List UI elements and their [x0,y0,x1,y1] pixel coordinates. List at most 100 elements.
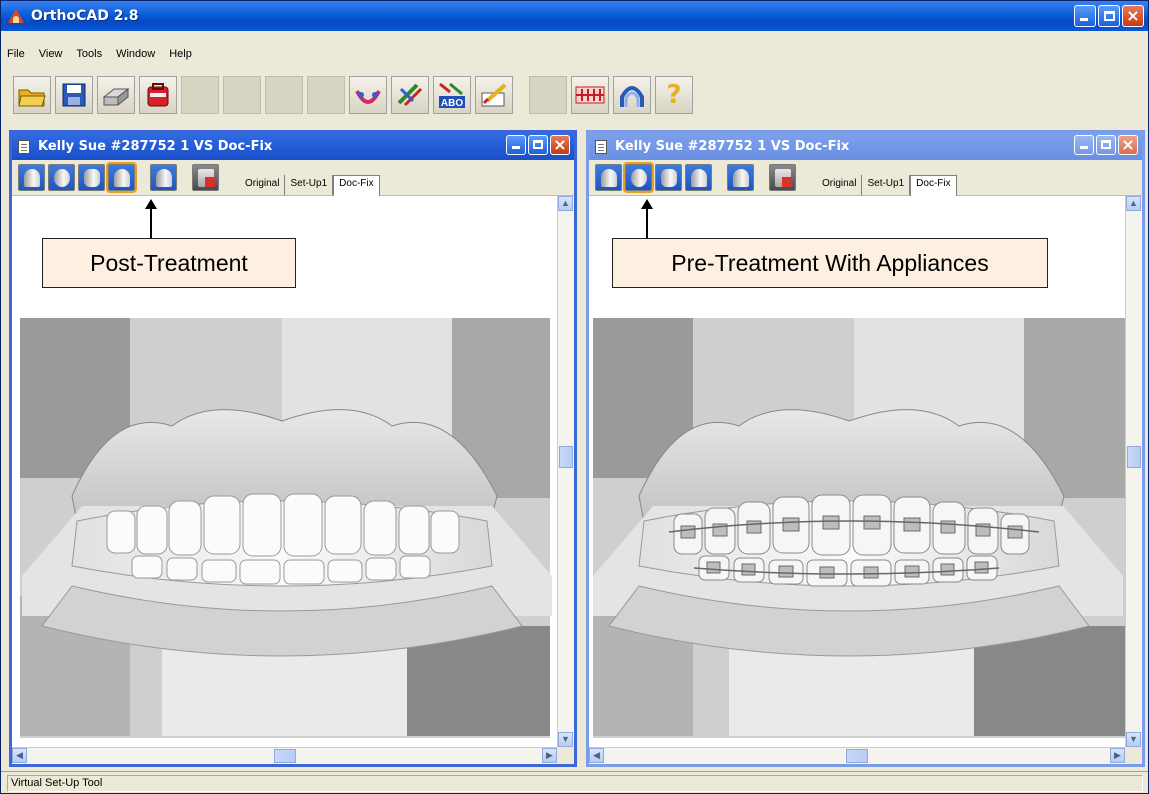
scroll-thumb[interactable] [559,446,573,468]
disabled-button-3 [265,76,303,114]
document-button[interactable] [192,164,219,191]
post-treatment-view-button[interactable] [106,162,137,193]
help-button[interactable]: ? [655,76,693,114]
tab-original[interactable]: Original [817,175,863,195]
document-button[interactable] [769,164,796,191]
case-button[interactable] [139,76,177,114]
minimize-icon [1080,146,1088,149]
annotate-button[interactable] [475,76,513,114]
scroll-down-icon[interactable]: ▼ [558,732,573,747]
maximize-button[interactable] [1098,5,1120,27]
annotate-icon [481,83,507,107]
horizontal-scrollbar[interactable]: ◀ ▶ [589,747,1125,764]
scroll-thumb[interactable] [846,749,868,763]
minimize-button[interactable] [506,135,526,155]
window-title-bar[interactable]: Kelly Sue #287752 1 VS Doc-Fix × [12,133,574,160]
tooth-view-button[interactable] [727,164,754,191]
scroll-thumb[interactable] [1127,446,1141,468]
disabled-button-5 [529,76,567,114]
title-bar[interactable]: OrthoCAD 2.8 × [1,1,1148,31]
3d-model-viewport[interactable]: Post-Treatment [12,196,557,747]
callout-arrow-head [641,199,653,209]
3d-model-viewport[interactable]: Pre-Treatment With Appliances [589,196,1125,747]
menu-file[interactable]: File [5,48,27,60]
abo-button[interactable]: ABO [433,76,471,114]
measure-icon [397,83,423,107]
maximize-icon [1104,11,1115,21]
split-view-button[interactable] [655,164,682,191]
open-button[interactable] [13,76,51,114]
menu-help[interactable]: Help [167,48,194,60]
maximize-button[interactable] [1096,135,1116,155]
save-icon [62,83,86,107]
close-button[interactable]: × [1118,135,1138,155]
tooth-view-button[interactable] [150,164,177,191]
vertical-scrollbar[interactable]: ▲ ▼ [1125,196,1142,747]
arch-wire-icon [355,90,381,104]
scroll-left-icon[interactable]: ◀ [12,748,27,763]
tab-set-up1[interactable]: Set-Up1 [862,175,911,195]
close-button[interactable]: × [550,135,570,155]
split-view-icon [84,169,100,187]
brackets-button[interactable] [571,76,609,114]
tab-set-up1[interactable]: Set-Up1 [285,175,334,195]
horizontal-scrollbar[interactable]: ◀ ▶ [12,747,557,764]
orthocad-logo-icon [7,7,25,25]
scroll-right-icon[interactable]: ▶ [1110,748,1125,763]
window-title-bar[interactable]: Kelly Sue #287752 1 VS Doc-Fix × [589,133,1142,160]
scanner-icon [102,87,130,107]
maximize-button[interactable] [528,135,548,155]
scroll-left-icon[interactable]: ◀ [589,748,604,763]
occlusal-view-button[interactable] [48,164,75,191]
scroll-down-icon[interactable]: ▼ [1126,732,1141,747]
svg-text:ABO: ABO [441,98,463,109]
case-window-right: Kelly Sue #287752 1 VS Doc-Fix × Origina… [586,130,1145,767]
resize-grip[interactable] [557,747,574,764]
post-treatment-view-button[interactable] [685,164,712,191]
window-title: Kelly Sue #287752 1 VS Doc-Fix [38,139,273,154]
window-title: Kelly Sue #287752 1 VS Doc-Fix [615,139,850,154]
tab-original[interactable]: Original [240,175,286,195]
arch-button[interactable] [613,76,651,114]
save-button[interactable] [55,76,93,114]
menu-window[interactable]: Window [114,48,157,60]
tab-doc-fix[interactable]: Doc-Fix [333,175,380,196]
menu-view[interactable]: View [37,48,65,60]
case-icon [147,83,169,107]
front-view-button[interactable] [595,164,622,191]
scan-button[interactable] [97,76,135,114]
tab-doc-fix[interactable]: Doc-Fix [910,175,957,196]
scroll-up-icon[interactable]: ▲ [558,196,573,211]
callout-arrow [150,206,152,238]
occlusal-view-icon [54,169,70,187]
scroll-thumb[interactable] [274,749,296,763]
scroll-right-icon[interactable]: ▶ [542,748,557,763]
main-toolbar: ABO ? [13,71,693,119]
status-bar: Virtual Set-Up Tool [1,771,1148,793]
main-window: OrthoCAD 2.8 × File View Tools Window He… [0,0,1149,794]
brackets-icon [575,86,605,104]
disabled-button-2 [223,76,261,114]
setup-tabs: Original Set-Up1 Doc-Fix [240,175,380,196]
help-icon: ? [666,80,682,110]
tooth-view-icon [156,169,172,187]
scroll-up-icon[interactable]: ▲ [1126,196,1141,211]
front-view-button[interactable] [18,164,45,191]
appliance-view-icon [631,169,647,187]
minimize-button[interactable] [1074,135,1094,155]
minimize-icon [1080,18,1088,21]
split-view-button[interactable] [78,164,105,191]
document-icon [18,139,30,154]
close-button[interactable]: × [1122,5,1144,27]
document-icon [595,139,607,154]
arch-wire-button[interactable] [349,76,387,114]
menu-tools[interactable]: Tools [74,48,104,60]
disabled-button-1 [181,76,219,114]
tooth-view-icon [733,169,749,187]
minimize-button[interactable] [1074,5,1096,27]
appliance-view-button[interactable] [623,162,654,193]
measure-button[interactable] [391,76,429,114]
vertical-scrollbar[interactable]: ▲ ▼ [557,196,574,747]
app-title: OrthoCAD 2.8 [31,8,139,24]
resize-grip[interactable] [1125,747,1142,764]
